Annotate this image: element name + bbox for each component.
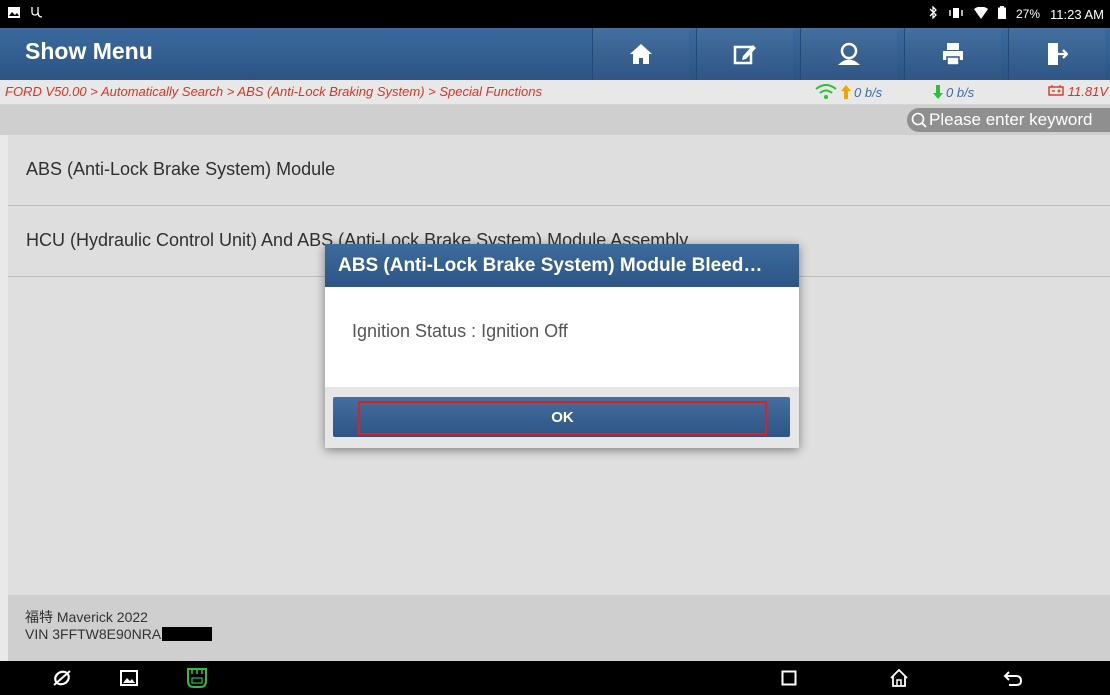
page-title: Show Menu: [25, 38, 153, 64]
breadcrumb-bar: FORD V50.00 > Automatically Search > ABS…: [0, 80, 1110, 105]
vibrate-icon: [948, 7, 964, 22]
home-button[interactable]: [592, 28, 689, 80]
upload-status: 0 b/s: [814, 84, 882, 100]
wifi-icon: [974, 6, 988, 22]
user-icon: [838, 42, 860, 65]
status-bar: 27% 11:23 AM: [0, 0, 1110, 28]
home-icon: [630, 44, 652, 64]
upload-rate: 0 b/s: [854, 84, 883, 100]
breadcrumb: FORD V50.00 > Automatically Search > ABS…: [5, 84, 542, 99]
download-rate: 0 b/s: [946, 84, 975, 100]
search-input[interactable]: Please enter keyword: [907, 108, 1110, 132]
gallery-icon[interactable]: [120, 670, 138, 691]
user-button[interactable]: [800, 28, 897, 80]
bluetooth-icon: [929, 5, 938, 22]
ok-button[interactable]: OK: [333, 397, 790, 437]
dialog-title: ABS (Anti-Lock Brake System) Module Blee…: [325, 244, 799, 287]
dialog-footer: OK: [325, 387, 799, 448]
wifi-signal-icon: [815, 84, 837, 99]
print-button[interactable]: [904, 28, 1001, 80]
search-row: Please enter keyword: [0, 105, 1110, 135]
vci-connector-icon[interactable]: [185, 667, 209, 694]
printer-icon: [943, 43, 963, 66]
voltage-status: 11.81V: [1048, 84, 1108, 99]
exit-button[interactable]: [1008, 28, 1105, 80]
dialog-body: Ignition Status : Ignition Off: [325, 287, 799, 387]
download-arrow-icon: [933, 85, 943, 99]
edit-report-button[interactable]: [696, 28, 793, 80]
exit-icon: [1048, 43, 1068, 65]
recent-apps-button[interactable]: [781, 670, 797, 691]
image-notification-icon: [8, 5, 20, 23]
browser-icon[interactable]: [52, 668, 72, 693]
search-icon: [911, 112, 927, 128]
battery-percent: 27%: [1016, 7, 1041, 21]
download-status: 0 b/s: [932, 84, 974, 100]
vehicle-info: 福特 Maverick 2022 VIN 3FFTW8E90NRA: [8, 595, 1110, 661]
dialog-message: Ignition Status : Ignition Off: [352, 321, 568, 341]
vin-value: VIN 3FFTW8E90NRA: [25, 626, 162, 642]
upload-arrow-icon: [841, 85, 851, 99]
battery-icon: [998, 6, 1006, 22]
search-placeholder: Please enter keyword: [929, 110, 1093, 129]
vehicle-name: 福特 Maverick 2022: [25, 609, 148, 625]
ok-button-label: OK: [358, 401, 767, 435]
ignition-status-dialog: ABS (Anti-Lock Brake System) Module Blee…: [325, 244, 799, 448]
clock: 11:23 AM: [1050, 6, 1104, 22]
diagnostic-notification-icon: [30, 5, 44, 23]
edit-icon: [733, 45, 756, 65]
vin-redaction: [162, 627, 213, 641]
voltage-value: 11.81V: [1067, 84, 1108, 99]
vin-line: VIN 3FFTW8E90NRA: [25, 626, 213, 642]
navigation-bar: [0, 661, 1110, 695]
car-battery-icon: [1048, 85, 1064, 96]
home-nav-button[interactable]: [889, 668, 909, 693]
app-header: Show Menu: [0, 28, 1110, 80]
back-button[interactable]: [1003, 669, 1023, 692]
